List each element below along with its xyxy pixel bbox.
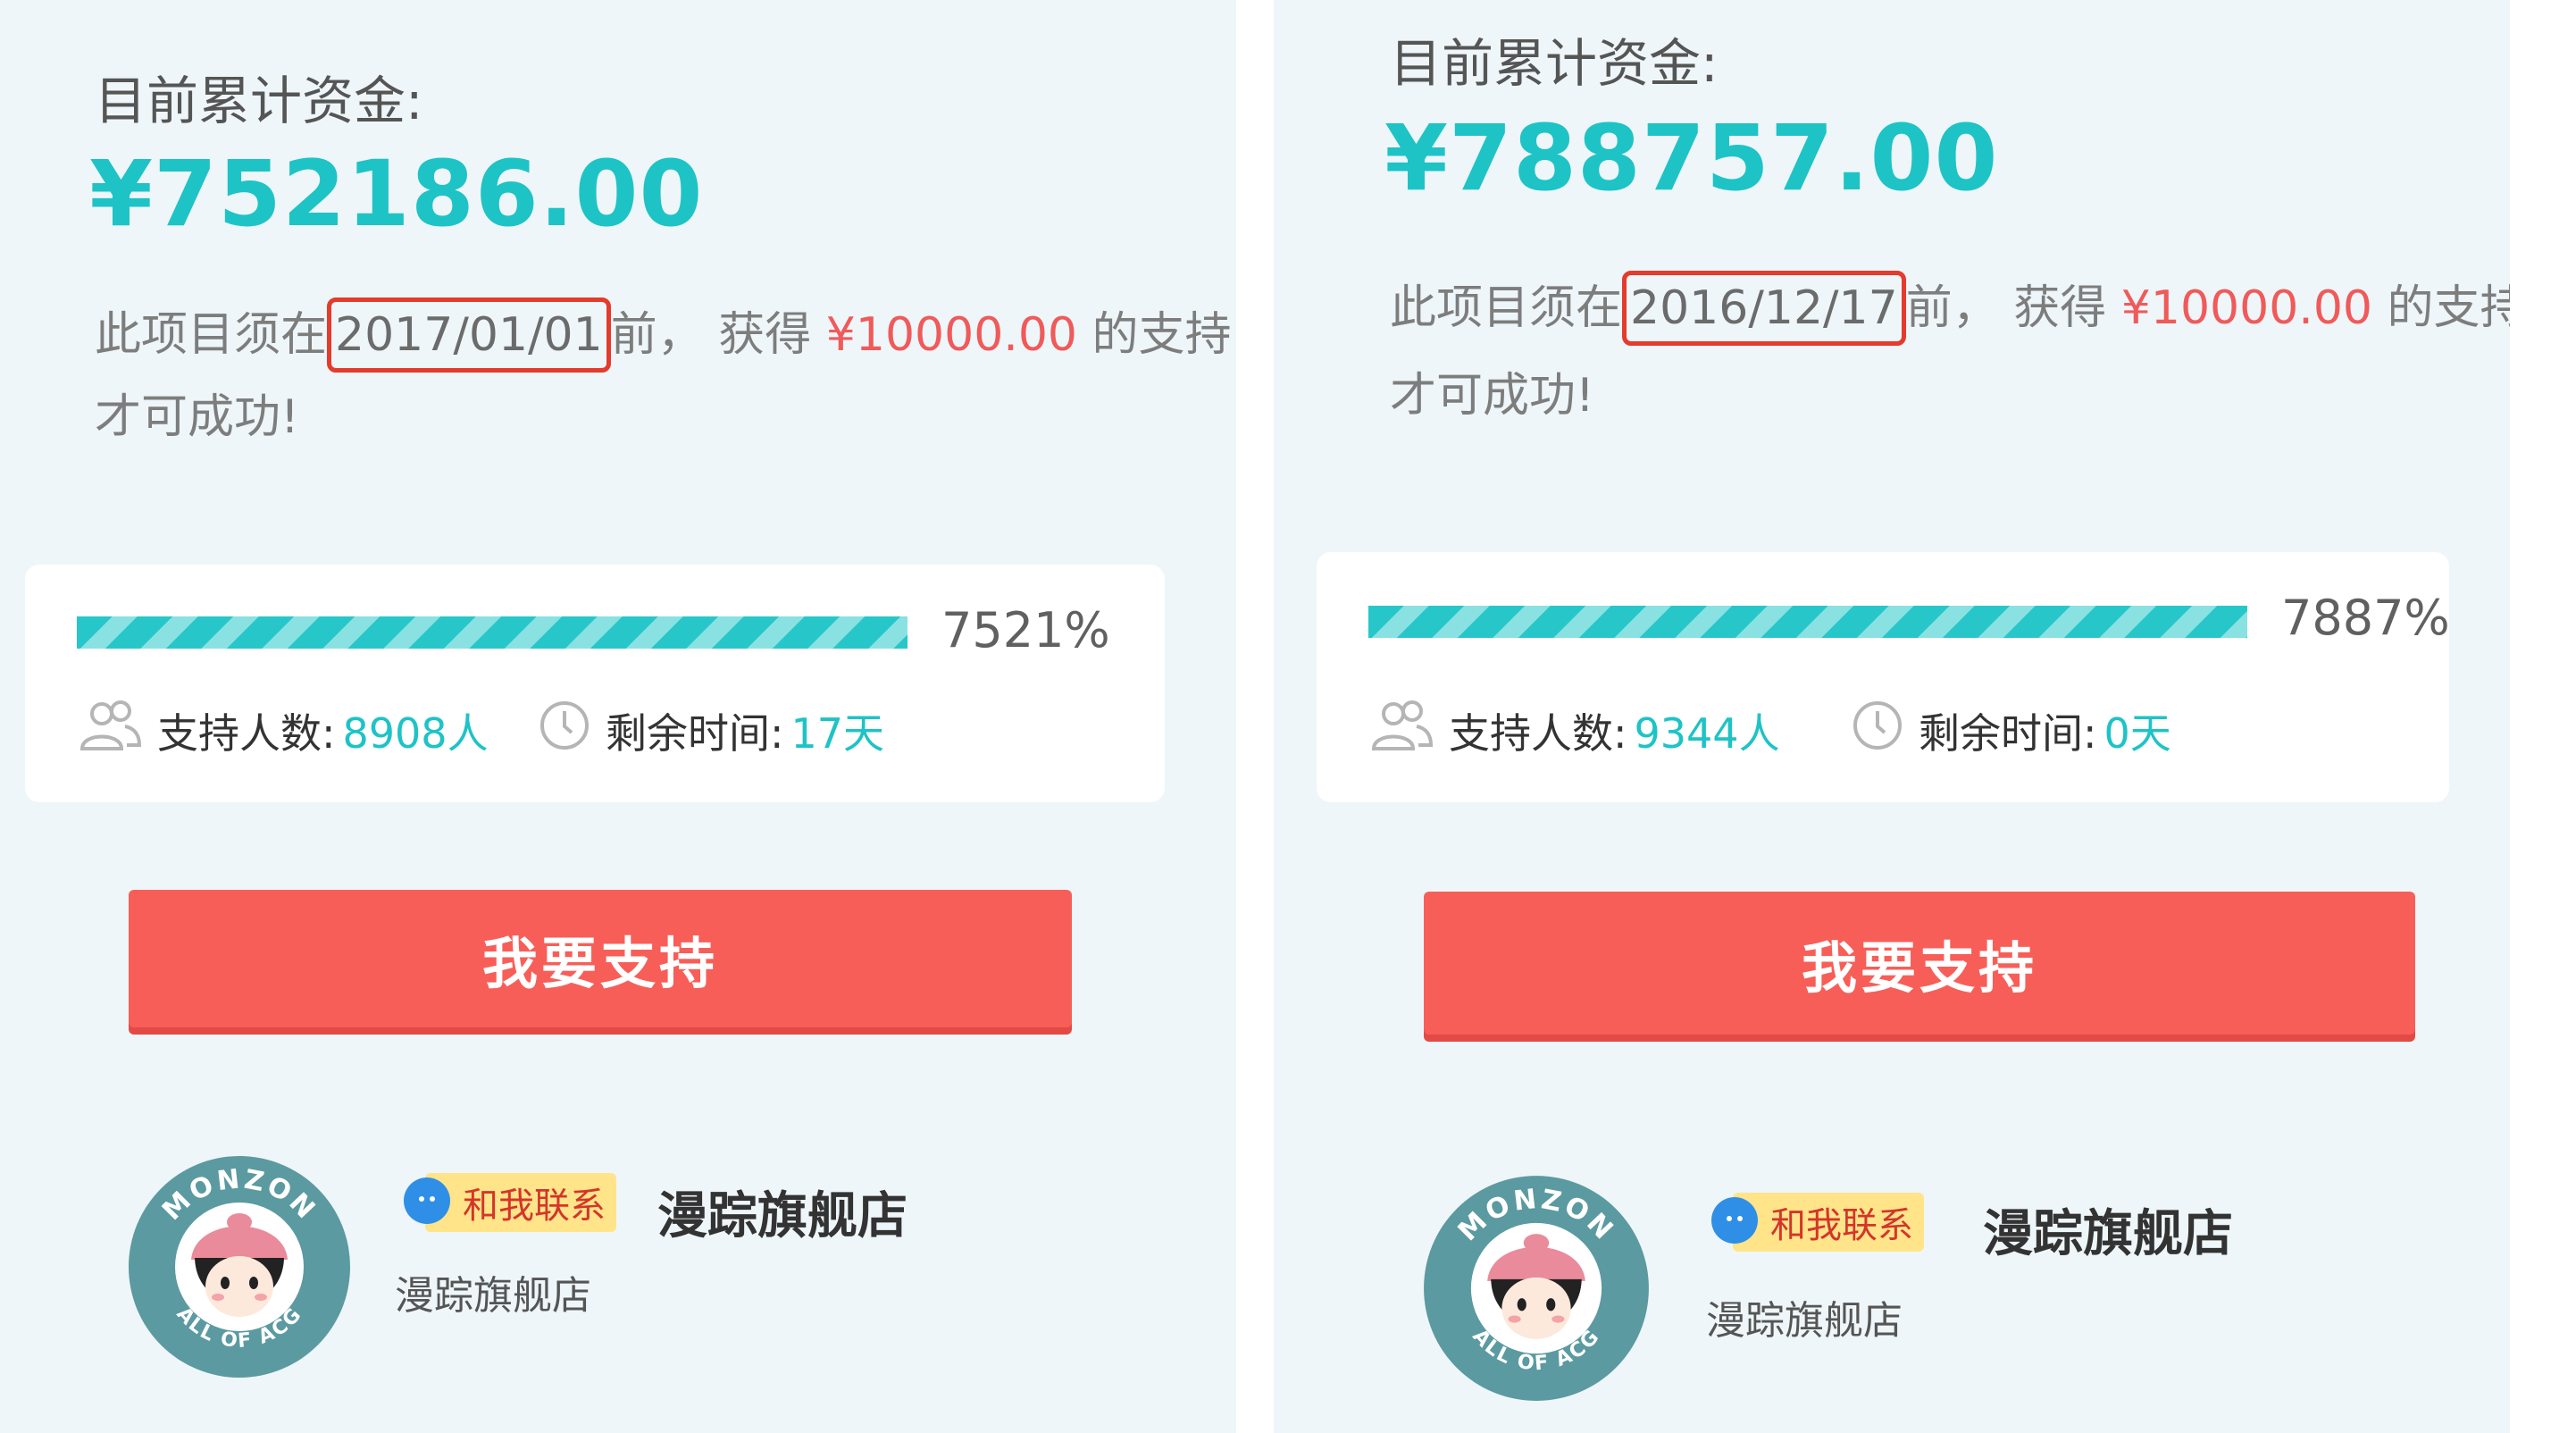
store-subtitle: 漫踪旗舰店 [395,1273,591,1319]
supporters-stat: 支持人数: 8908人 [79,699,489,762]
store-logo: MONZON ALL OF ACG [125,1152,354,1385]
people-icon [1370,699,1434,762]
remaining-value: 17天 [790,708,885,758]
supporters-stat: 支持人数: 9344人 [1370,699,1780,762]
supporters-value: 9344人 [1634,708,1780,758]
funds-amount: ¥788757.00 [1384,105,1999,212]
progress-card: 7521% 支持人数: 8908人 剩余时间: 17天 [25,565,1165,802]
crowdfunding-panel-right: 目前累计资金: ¥788757.00 此项目须在 2016/12/17 前， 获得 … [1274,0,2510,1433]
remaining-label: 剩余时间: [606,708,784,758]
supporters-label: 支持人数: [157,708,336,758]
progress-percent: 7887% [2281,590,2450,646]
store-name[interactable]: 漫踪旗舰店 [657,1176,907,1248]
target-amount: ¥10000.00 [825,308,1077,362]
remaining-stat: 剩余时间: 17天 [538,699,884,762]
deadline-mid: 前， 获得 [1905,281,2107,335]
supporters-label: 支持人数: [1449,708,1627,758]
deadline-line: 此项目须在 2016/12/17 前， 获得 ¥10000.00 的支持 [1390,270,2510,346]
contact-button[interactable]: 和我联系 [398,1172,616,1233]
progress-bar [1368,606,2247,638]
support-button[interactable]: 我要支持 [1424,892,2415,1035]
funds-amount: ¥752186.00 [89,141,704,247]
deadline-line: 此项目须在 2017/01/01 前， 获得 ¥10000.00 的支持 [95,297,1232,373]
progress-percent: 7521% [941,602,1110,658]
progress-bar-fill [77,616,907,649]
clock-icon [538,699,591,762]
deadline-mid: 前， 获得 [610,308,812,362]
deadline-prefix: 此项目须在 [1390,281,1623,335]
chat-bubble-icon [398,1172,456,1233]
clock-icon [1851,699,1904,762]
support-button[interactable]: 我要支持 [129,890,1072,1027]
progress-bar [77,616,907,649]
store-logo: MONZON ALL OF ACG [1420,1172,1652,1408]
crowdfunding-panel-left: 目前累计资金: ¥752186.00 此项目须在 2017/01/01 前， 获得 … [0,0,1236,1433]
funds-label: 目前累计资金: [95,71,423,131]
deadline-prefix: 此项目须在 [95,308,328,362]
chat-bubble-icon [1706,1192,1763,1253]
progress-card: 7887% 支持人数: 9344人 剩余时间: 0天 [1317,552,2450,802]
people-icon [79,699,143,762]
progress-bar-fill [1368,606,2247,638]
deadline-line-2: 才可成功! [95,390,299,444]
target-amount: ¥10000.00 [2120,281,2372,335]
deadline-suffix: 的支持 [1091,308,1232,362]
funds-label: 目前累计资金: [1390,33,1719,94]
contact-button[interactable]: 和我联系 [1706,1192,1924,1253]
remaining-value: 0天 [2103,708,2171,758]
deadline-date: 2016/12/17 [1622,271,1906,346]
deadline-line-2: 才可成功! [1390,369,1594,423]
deadline-suffix: 的支持 [2387,281,2510,335]
deadline-date: 2017/01/01 [327,297,611,373]
store-name[interactable]: 漫踪旗舰店 [1983,1194,2233,1266]
supporters-value: 8908人 [342,708,489,758]
store-subtitle: 漫踪旗舰店 [1706,1298,1903,1344]
remaining-stat: 剩余时间: 0天 [1851,699,2171,762]
remaining-label: 剩余时间: [1919,708,2097,758]
